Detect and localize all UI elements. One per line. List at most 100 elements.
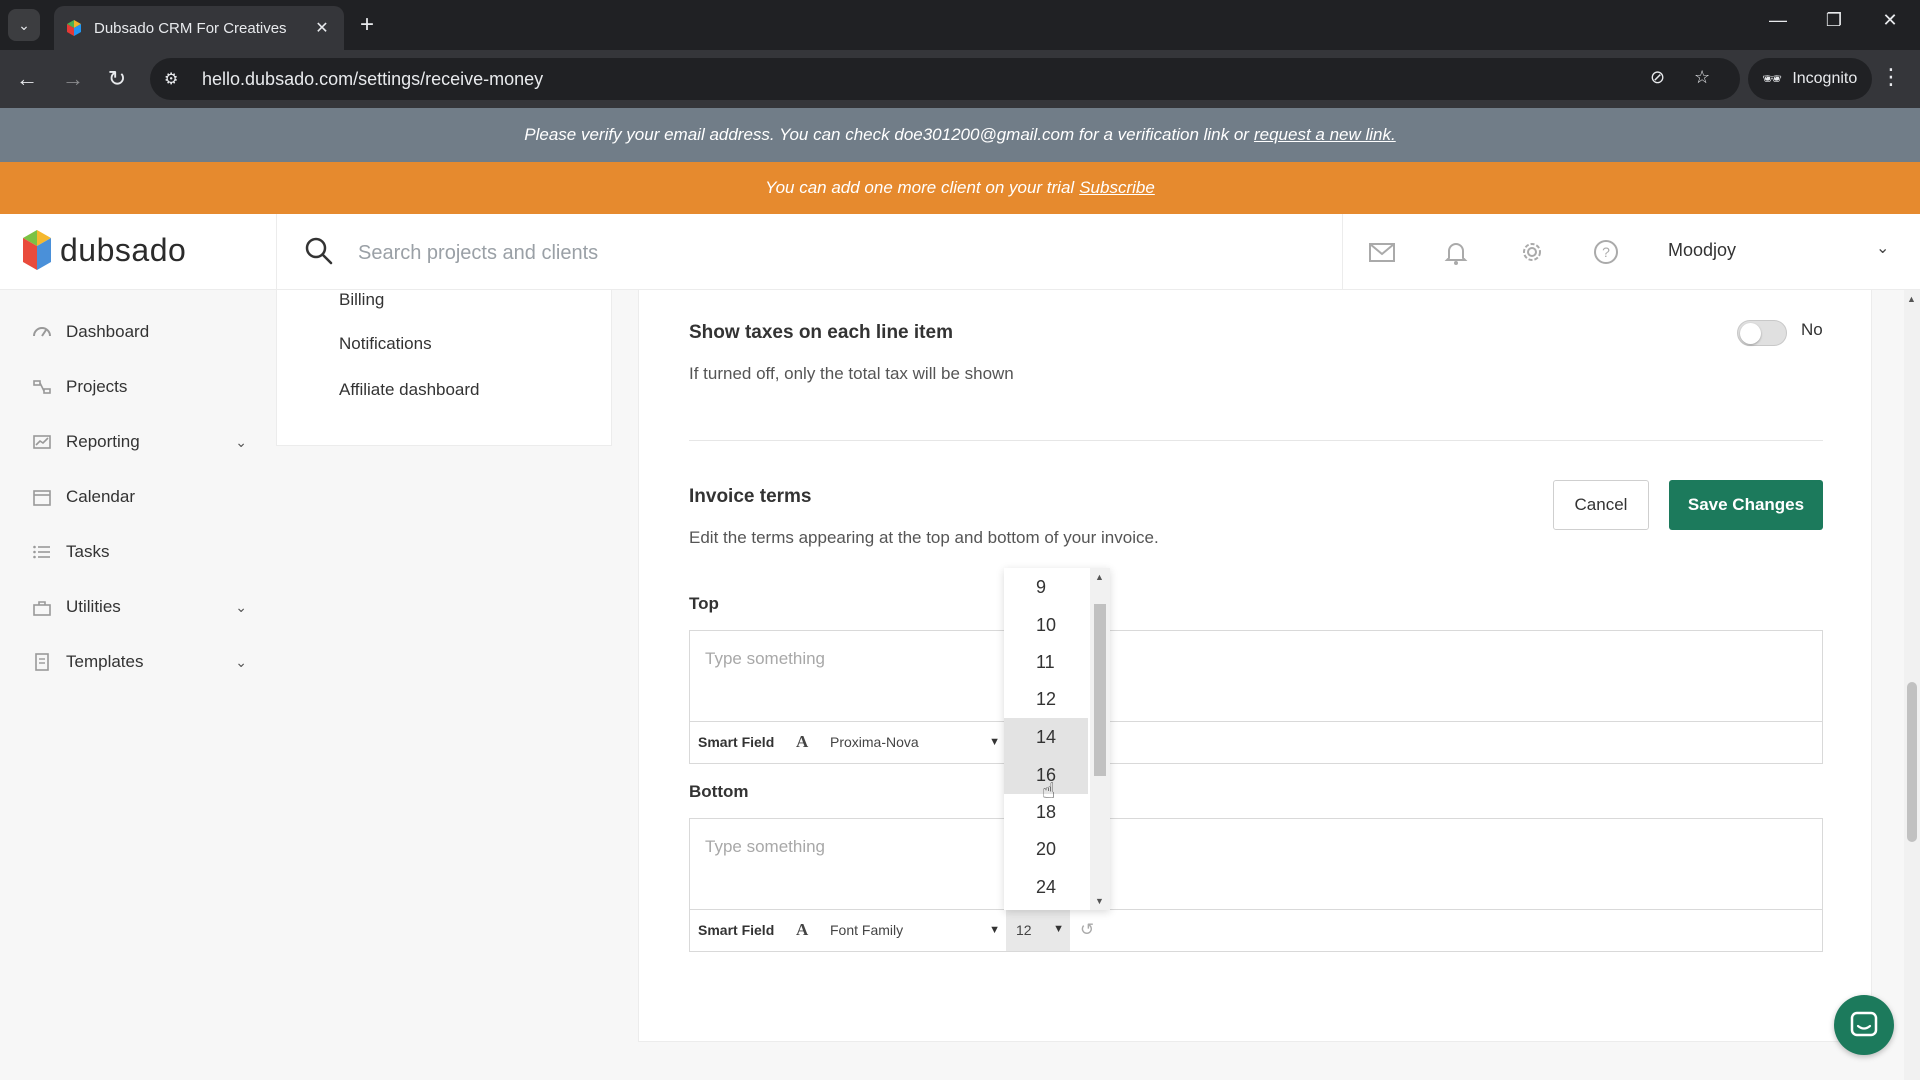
bell-icon[interactable]	[1442, 238, 1470, 266]
restore-icon[interactable]: ❐	[1814, 10, 1854, 31]
eye-off-icon[interactable]: ⊘	[1650, 67, 1665, 88]
new-tab-button[interactable]: +	[352, 10, 382, 40]
tab-close-icon[interactable]: ✕	[312, 18, 332, 38]
reload-icon[interactable]: ↻	[102, 64, 132, 94]
sidebar-item-label: Reporting	[66, 432, 140, 451]
sidebar-item-templates[interactable]: Templates ⌄	[32, 642, 247, 682]
chevron-down-icon[interactable]: ⌄	[235, 654, 247, 671]
tab-title: Dubsado CRM For Creatives	[94, 19, 287, 37]
invoice-terms-title: Invoice terms	[689, 486, 812, 507]
sidebar-item-label: Projects	[66, 377, 128, 396]
bottom-editor-toolbar: Smart Field A Font Family ▼ 12 ▼ ↺	[689, 910, 1823, 952]
reset-format-icon[interactable]: ↺	[1080, 920, 1094, 940]
save-changes-button[interactable]: Save Changes	[1669, 480, 1823, 530]
incognito-badge[interactable]: 🕶 Incognito	[1748, 58, 1872, 100]
font-size-option[interactable]: 12	[1004, 680, 1088, 718]
chat-support-button[interactable]	[1834, 995, 1894, 1055]
sidebar-item-label: Utilities	[66, 597, 121, 616]
font-size-option[interactable]: 24	[1004, 868, 1088, 906]
font-family-value: Proxima-Nova	[830, 734, 919, 750]
bottom-terms-editor[interactable]: Type something	[689, 818, 1823, 910]
sidebar-item-label: Calendar	[66, 487, 135, 506]
settings-link-affiliate-dashboard[interactable]: Affiliate dashboard	[339, 380, 480, 400]
sidebar-item-dashboard[interactable]: Dashboard	[32, 312, 247, 352]
projects-icon	[33, 380, 51, 394]
search-input[interactable]	[358, 236, 1318, 270]
font-size-option[interactable]: 20	[1004, 830, 1088, 868]
search-icon[interactable]	[304, 236, 334, 266]
logo-text: dubsado	[60, 231, 187, 268]
verify-email-banner: Please verify your email address. You ca…	[0, 108, 1920, 162]
sidebar-item-utilities[interactable]: Utilities ⌄	[32, 587, 247, 627]
chevron-down-icon[interactable]: ⌄	[235, 434, 247, 451]
dubsado-logo-icon	[23, 230, 51, 270]
help-icon[interactable]: ?	[1592, 238, 1620, 266]
app-header: dubsado ? Moodjoy ⌄	[0, 214, 1920, 290]
scroll-down-icon[interactable]: ▼	[1095, 896, 1104, 906]
utilities-icon	[33, 601, 51, 616]
settings-link-billing[interactable]: Billing	[339, 290, 384, 310]
font-size-option[interactable]: 10	[1004, 606, 1088, 644]
mail-icon[interactable]	[1368, 238, 1396, 266]
chevron-down-icon[interactable]: ⌄	[1876, 238, 1889, 258]
sidebar-item-projects[interactable]: Projects	[32, 367, 247, 407]
scroll-up-icon[interactable]: ▲	[1095, 572, 1104, 582]
font-family-select[interactable]: Proxima-Nova ▼	[818, 728, 1008, 758]
smart-field-button[interactable]: Smart Field	[698, 922, 774, 938]
settings-main-panel: Show taxes on each line item If turned o…	[638, 290, 1872, 1042]
font-size-dropdown: 9 10 11 12 14 16 18 20 24 ▲ ▼	[1004, 568, 1110, 910]
back-icon[interactable]: ←	[12, 64, 42, 94]
settings-link-notifications[interactable]: Notifications	[339, 334, 432, 354]
bottom-terms-label: Bottom	[689, 782, 749, 801]
scroll-up-icon[interactable]: ▲	[1907, 294, 1916, 304]
chevron-down-icon[interactable]: ⌄	[235, 599, 247, 616]
bookmark-star-icon[interactable]: ☆	[1694, 67, 1710, 88]
font-family-select[interactable]: Font Family ▼	[818, 916, 1008, 946]
dubsado-favicon-icon	[67, 20, 81, 36]
user-menu-name[interactable]: Moodjoy	[1668, 240, 1736, 261]
forward-icon[interactable]: →	[58, 64, 88, 94]
browser-tab[interactable]: Dubsado CRM For Creatives ✕	[54, 6, 344, 50]
dropdown-scrollbar[interactable]: ▲ ▼	[1090, 568, 1110, 910]
toggle-knob	[1740, 323, 1761, 344]
font-icon: A	[796, 732, 809, 751]
subscribe-link[interactable]: Subscribe	[1079, 178, 1155, 198]
header-divider	[276, 214, 277, 290]
taxes-section-title: Show taxes on each line item	[689, 322, 953, 343]
font-size-select[interactable]: 12 ▼	[1006, 910, 1070, 951]
site-info-icon[interactable]: ⚙	[164, 69, 186, 89]
sidebar-item-tasks[interactable]: Tasks	[32, 532, 247, 572]
editor-placeholder: Type something	[705, 837, 826, 856]
gear-icon[interactable]	[1518, 238, 1546, 266]
dropdown-scroll-thumb[interactable]	[1094, 604, 1106, 776]
sidebar-item-label: Templates	[66, 652, 144, 671]
sidebar-item-calendar[interactable]: Calendar	[32, 477, 247, 517]
font-size-value: 12	[1016, 922, 1032, 938]
url-text[interactable]: hello.dubsado.com/settings/receive-money	[202, 69, 543, 90]
invoice-terms-description: Edit the terms appearing at the top and …	[689, 528, 1159, 547]
font-size-option[interactable]: 9	[1004, 568, 1088, 606]
sidebar-item-label: Tasks	[66, 542, 110, 561]
window-close-icon[interactable]: ✕	[1870, 10, 1910, 31]
minimize-icon[interactable]: —	[1758, 10, 1798, 31]
show-taxes-toggle[interactable]	[1737, 320, 1787, 346]
page-scroll-thumb[interactable]	[1907, 682, 1917, 842]
browser-menu-icon[interactable]: ⋮	[1880, 64, 1902, 90]
page-scrollbar[interactable]: ▲	[1904, 290, 1920, 1080]
font-size-option[interactable]: 14	[1004, 718, 1088, 756]
templates-icon	[35, 653, 49, 671]
editor-placeholder: Type something	[705, 649, 826, 668]
reporting-icon	[33, 435, 51, 449]
dubsado-logo[interactable]: dubsado	[22, 228, 186, 272]
top-terms-editor[interactable]: Type something	[689, 630, 1823, 722]
browser-toolbar: ← → ↻ ⚙ hello.dubsado.com/settings/recei…	[0, 50, 1920, 108]
trial-banner: You can add one more client on your tria…	[0, 162, 1920, 214]
tab-search-button[interactable]: ⌄	[8, 9, 40, 41]
smart-field-button[interactable]: Smart Field	[698, 734, 774, 750]
cancel-button[interactable]: Cancel	[1553, 480, 1649, 530]
address-bar[interactable]: ⚙ hello.dubsado.com/settings/receive-mon…	[150, 58, 1740, 100]
sidebar-item-reporting[interactable]: Reporting ⌄	[32, 422, 247, 462]
request-new-link[interactable]: request a new link.	[1254, 125, 1396, 145]
font-size-option[interactable]: 11	[1004, 643, 1088, 681]
caret-down-icon: ▼	[989, 924, 1000, 936]
